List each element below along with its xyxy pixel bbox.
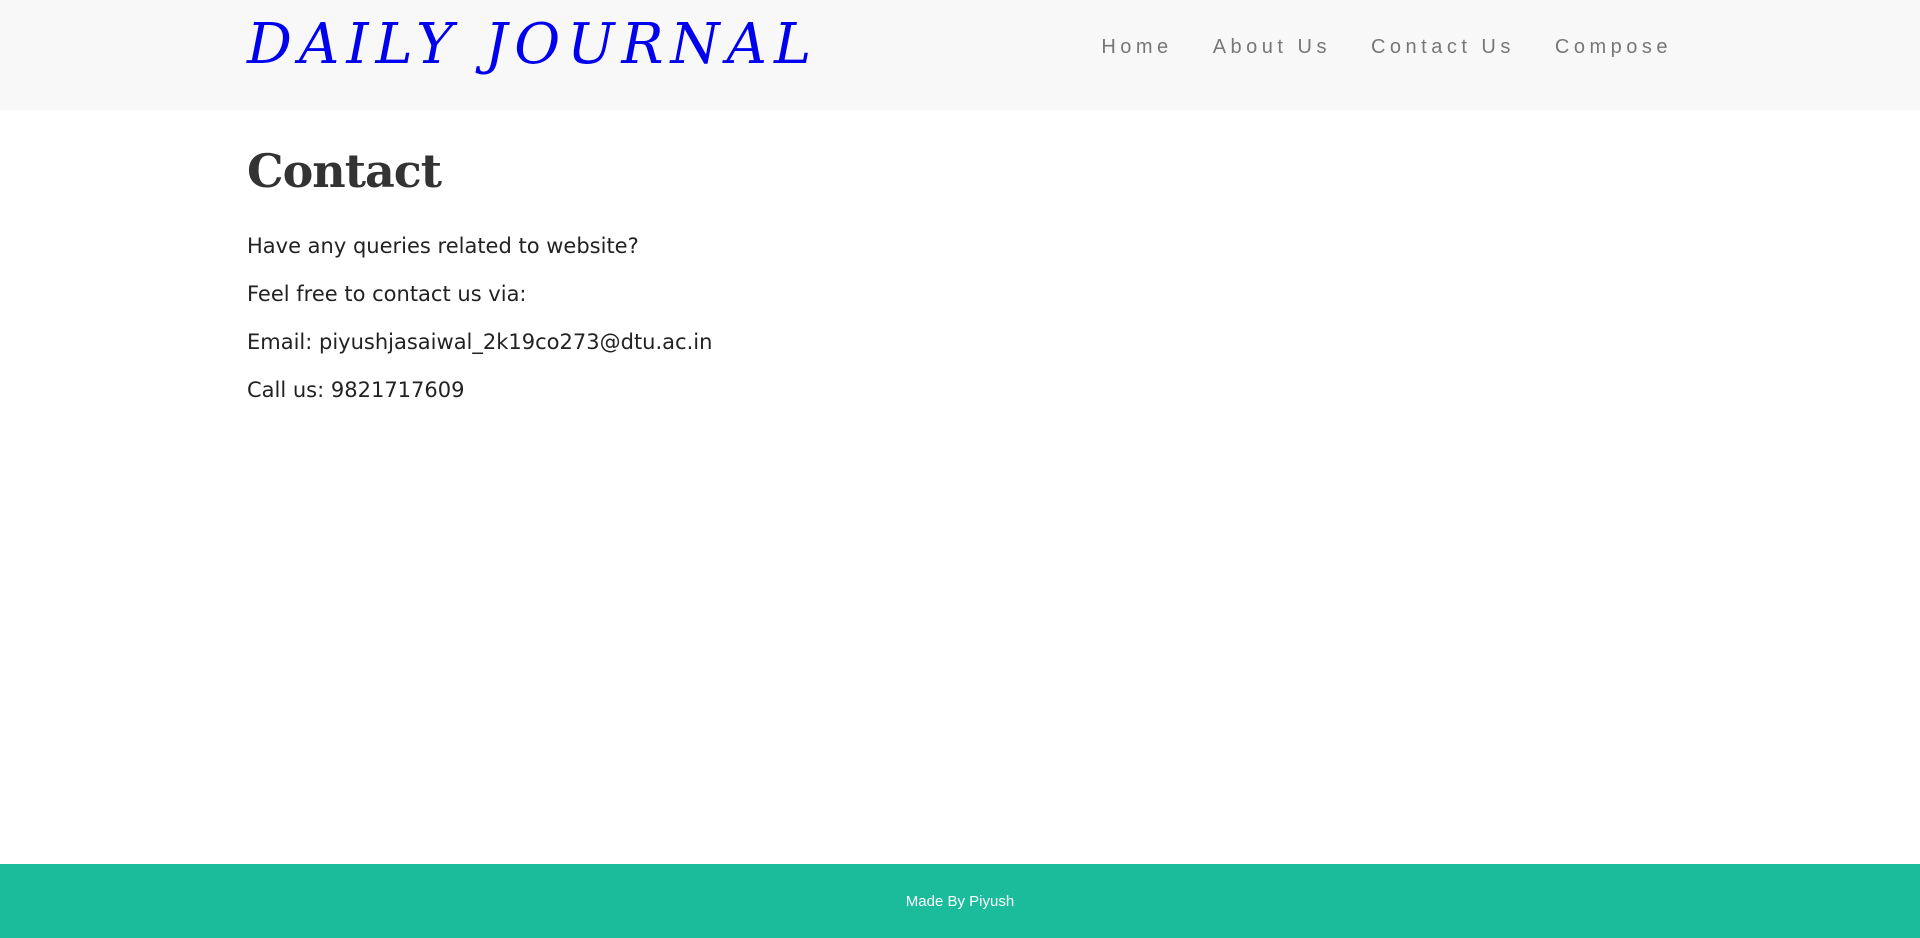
- contact-intro-text: Feel free to contact us via:: [247, 282, 527, 306]
- main-content: Contact Have any queries related to webs…: [247, 110, 1673, 414]
- phone-text: Call us: 9821717609: [247, 378, 465, 402]
- page-title: Contact: [247, 144, 442, 198]
- navbar: DAILY JOURNAL Home About Us Contact Us C…: [0, 0, 1920, 110]
- brand-logo-link[interactable]: DAILY JOURNAL: [247, 12, 818, 77]
- nav-link-home[interactable]: Home: [1101, 36, 1172, 59]
- footer-credit: Made By Piyush: [905, 892, 1015, 910]
- nav-link-compose[interactable]: Compose: [1555, 36, 1672, 59]
- queries-text: Have any queries related to website?: [247, 234, 639, 258]
- nav-links: Home About Us Contact Us Compose: [1101, 36, 1672, 59]
- email-text: Email: piyushjasaiwal_2k19co273@dtu.ac.i…: [247, 330, 713, 354]
- nav-link-contact-us[interactable]: Contact Us: [1371, 36, 1515, 59]
- footer: Made By Piyush: [0, 864, 1920, 938]
- nav-link-about-us[interactable]: About Us: [1213, 36, 1331, 59]
